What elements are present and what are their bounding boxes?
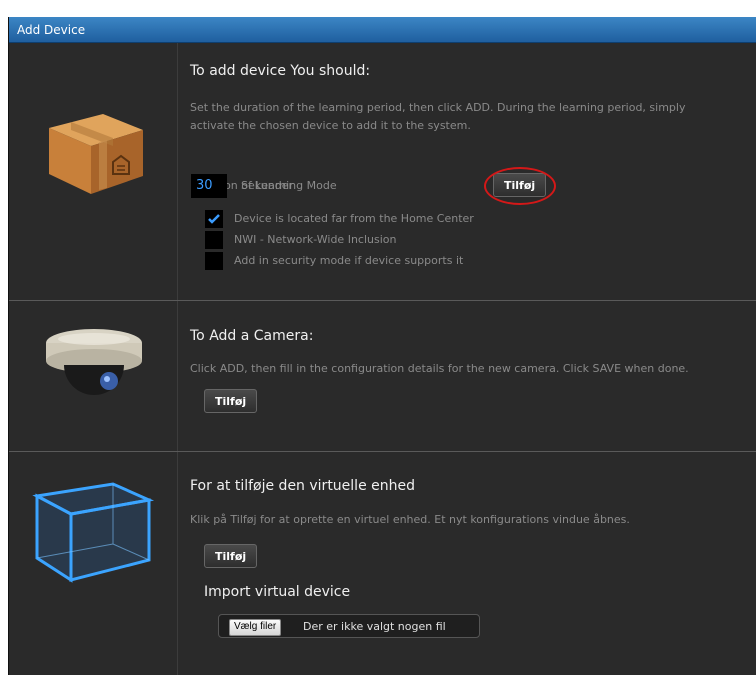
package-box-icon bbox=[49, 114, 143, 194]
device-heading: To add device You should: bbox=[190, 63, 371, 79]
option-nwi-label: NWI - Network-Wide Inclusion bbox=[234, 233, 397, 246]
device-description: Set the duration of the learning period,… bbox=[190, 101, 686, 132]
checkbox-nwi[interactable] bbox=[205, 231, 223, 249]
option-far-label: Device is located far from the Home Cent… bbox=[234, 212, 474, 225]
unit-label: Sekunder bbox=[241, 179, 293, 192]
add-device-panel: Add Device To add device You should: Set… bbox=[8, 17, 756, 675]
dome-camera-icon bbox=[46, 329, 142, 395]
camera-heading: To Add a Camera: bbox=[190, 328, 314, 344]
checkbox-far-from-center[interactable] bbox=[205, 210, 223, 228]
add-device-section: To add device You should: Set the durati… bbox=[9, 43, 756, 301]
virtual-heading: For at tilføje den virtuelle enhed bbox=[190, 478, 415, 494]
window-title: Add Device bbox=[9, 17, 756, 43]
duration-input[interactable]: 30 bbox=[191, 174, 227, 198]
option-security-label: Add in security mode if device supports … bbox=[234, 254, 464, 267]
add-device-button[interactable]: Tilføj bbox=[493, 173, 547, 197]
file-input[interactable]: Vælg filer Der er ikke valgt nogen fil bbox=[218, 614, 480, 638]
import-heading: Import virtual device bbox=[204, 584, 351, 600]
file-status: Der er ikke valgt nogen fil bbox=[303, 620, 446, 633]
camera-description: Click ADD, then fill in the configuratio… bbox=[190, 362, 689, 375]
virtual-device-section: For at tilføje den virtuelle enhed Klik … bbox=[9, 452, 756, 675]
wireframe-cube-icon bbox=[32, 482, 155, 583]
add-virtual-button[interactable]: Tilføj bbox=[204, 544, 258, 568]
icon-column bbox=[9, 301, 178, 451]
add-camera-button[interactable]: Tilføj bbox=[204, 389, 258, 413]
icon-column bbox=[9, 452, 178, 675]
virtual-description: Klik på Tilføj for at oprette en virtuel… bbox=[190, 513, 630, 526]
choose-file-button[interactable]: Vælg filer bbox=[229, 619, 282, 636]
checkmark-icon bbox=[208, 214, 220, 224]
icon-column bbox=[9, 43, 178, 300]
add-camera-section: To Add a Camera: Click ADD, then fill in… bbox=[9, 301, 756, 452]
checkbox-security-mode[interactable] bbox=[205, 252, 223, 270]
